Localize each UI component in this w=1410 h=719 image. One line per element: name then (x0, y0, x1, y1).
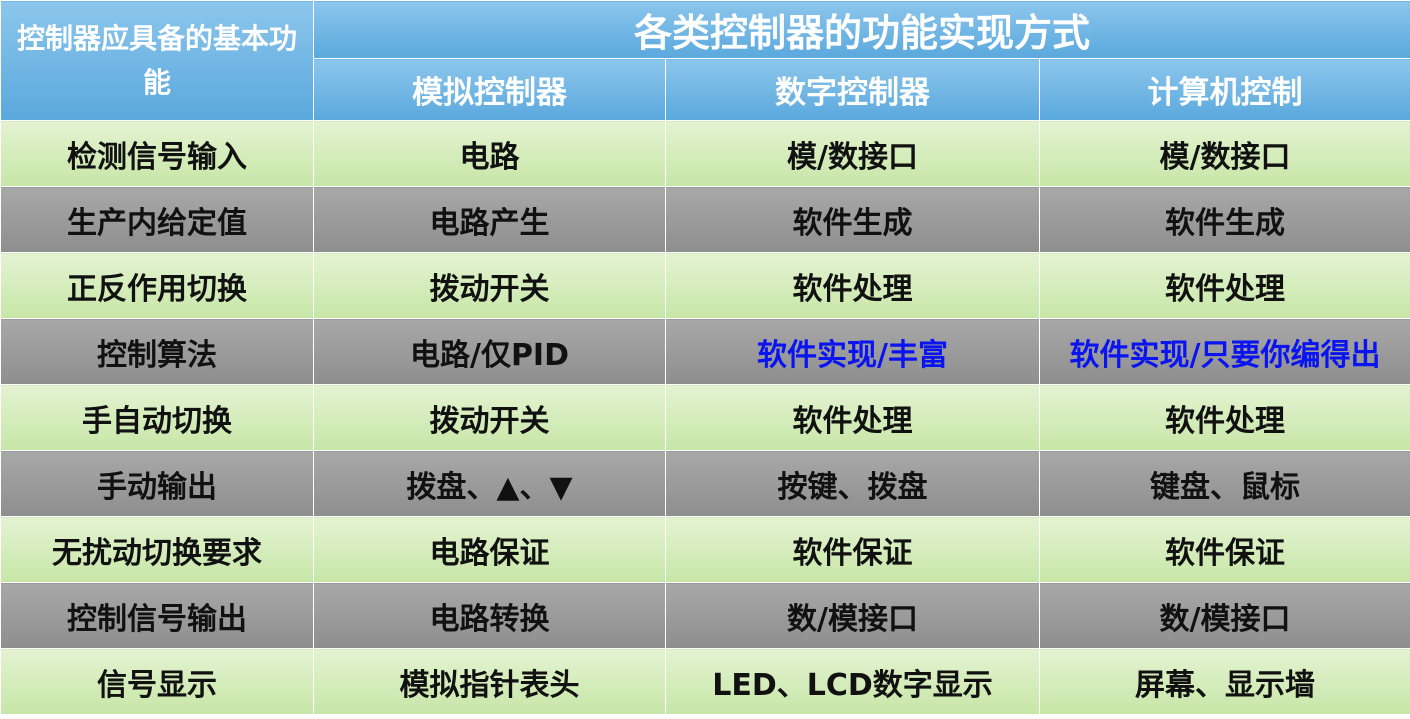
row-label: 无扰动切换要求 (0, 516, 314, 583)
table-row: 信号显示 模拟指针表头 LED、LCD数字显示 屏幕、显示墙 (0, 648, 1410, 715)
cell-digital: LED、LCD数字显示 (665, 648, 1040, 715)
row-label: 控制算法 (0, 318, 314, 385)
cell-computer: 屏幕、显示墙 (1038, 648, 1410, 715)
cell-analog: 电路产生 (313, 186, 666, 253)
table-row: 检测信号输入 电路 模/数接口 模/数接口 (0, 120, 1410, 187)
cell-computer: 软件实现/只要你编得出 (1038, 318, 1410, 385)
row-label: 控制信号输出 (0, 582, 314, 649)
cell-digital: 数/模接口 (665, 582, 1040, 649)
cell-analog: 电路保证 (313, 516, 666, 583)
table-row: 手自动切换 拨动开关 软件处理 软件处理 (0, 384, 1410, 451)
table-row: 手动输出 拨盘、▲、▼ 按键、拨盘 键盘、鼠标 (0, 450, 1410, 517)
column-header-digital: 数字控制器 (665, 58, 1040, 121)
cell-computer: 模/数接口 (1038, 120, 1410, 187)
table-row: 无扰动切换要求 电路保证 软件保证 软件保证 (0, 516, 1410, 583)
corner-header: 控制器应具备的基本功能 (0, 0, 314, 121)
cell-digital: 软件处理 (665, 252, 1040, 319)
cell-analog: 拨盘、▲、▼ (313, 450, 666, 517)
cell-digital: 软件处理 (665, 384, 1040, 451)
table-row: 控制算法 电路/仅PID 软件实现/丰富 软件实现/只要你编得出 (0, 318, 1410, 385)
cell-digital: 软件生成 (665, 186, 1040, 253)
row-label: 手自动切换 (0, 384, 314, 451)
row-label: 生产内给定值 (0, 186, 314, 253)
table-title: 各类控制器的功能实现方式 (312, 0, 1410, 59)
cell-analog: 模拟指针表头 (313, 648, 666, 715)
column-header-analog: 模拟控制器 (313, 58, 666, 121)
table-row: 正反作用切换 拨动开关 软件处理 软件处理 (0, 252, 1410, 319)
cell-computer: 软件处理 (1038, 252, 1410, 319)
cell-analog: 拨动开关 (313, 252, 666, 319)
cell-analog: 电路/仅PID (313, 318, 666, 385)
cell-digital: 软件实现/丰富 (665, 318, 1040, 385)
row-label: 信号显示 (0, 648, 314, 715)
row-label: 手动输出 (0, 450, 314, 517)
cell-computer: 软件保证 (1038, 516, 1410, 583)
table-row: 生产内给定值 电路产生 软件生成 软件生成 (0, 186, 1410, 253)
cell-analog: 拨动开关 (313, 384, 666, 451)
table-row: 控制信号输出 电路转换 数/模接口 数/模接口 (0, 582, 1410, 649)
cell-computer: 软件生成 (1038, 186, 1410, 253)
row-label: 检测信号输入 (0, 120, 314, 187)
row-label: 正反作用切换 (0, 252, 314, 319)
function-comparison-table: 控制器应具备的基本功能 各类控制器的功能实现方式 模拟控制器 数字控制器 计算机… (0, 0, 1410, 715)
cell-computer: 键盘、鼠标 (1038, 450, 1410, 517)
cell-digital: 模/数接口 (665, 120, 1040, 187)
column-header-computer: 计算机控制 (1038, 58, 1410, 121)
cell-analog: 电路 (313, 120, 666, 187)
cell-computer: 软件处理 (1038, 384, 1410, 451)
cell-digital: 软件保证 (665, 516, 1040, 583)
cell-analog: 电路转换 (313, 582, 666, 649)
cell-computer: 数/模接口 (1038, 582, 1410, 649)
cell-digital: 按键、拨盘 (665, 450, 1040, 517)
